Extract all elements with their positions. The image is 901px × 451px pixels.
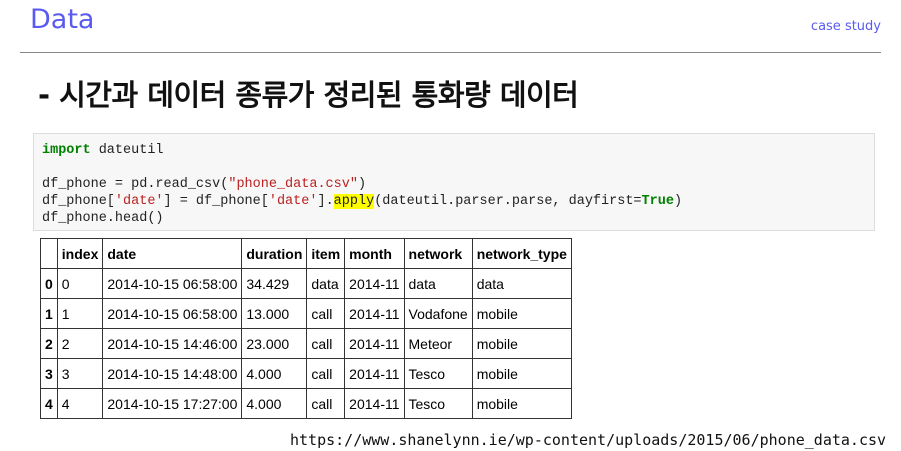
source-url: https://www.shanelynn.ie/wp-content/uplo…: [290, 431, 887, 449]
table-row: 4 4 2014-10-15 17:27:00 4.000 call 2014-11 Tes…: [40, 388, 572, 419]
code-text: ): [673, 194, 683, 209]
code-string: 'date': [114, 194, 164, 209]
table-row: 3 3 2014-10-15 14:48:00 4.000 call 2014-11 Tes…: [40, 358, 572, 389]
code-highlight: apply: [333, 194, 375, 209]
table-cell: 2: [56, 328, 104, 359]
table-cell: 4: [56, 388, 104, 419]
table-cell: 1: [56, 298, 104, 329]
table-cell: 2014-11: [344, 328, 405, 359]
code-text: df_phone[: [42, 194, 115, 209]
table-cell: call: [306, 328, 346, 359]
table-cell: 2014-11: [344, 268, 405, 299]
table-cell: 13.000: [241, 298, 308, 329]
row-index: 1: [40, 298, 58, 329]
column-header: item: [306, 238, 346, 269]
dataframe-table: index date duration item month network network…: [40, 238, 572, 419]
column-header: duration: [241, 238, 308, 269]
table-cell: mobile: [471, 388, 572, 419]
table-cell: mobile: [471, 358, 572, 389]
code-cell: import dateutil df_phone = pd.read_csv("…: [33, 133, 875, 231]
column-header: date: [102, 238, 243, 269]
code-string: 'date': [268, 194, 318, 209]
column-header: network: [403, 238, 473, 269]
slide-heading: - 시간과 데이터 종류가 정리된 통화량 데이터: [38, 78, 579, 112]
table-row: 0 0 2014-10-15 06:58:00 34.429 data 2014-11 da…: [40, 268, 572, 299]
code-string: "phone_data.csv": [228, 177, 358, 192]
table-cell: Vodafone: [403, 298, 473, 329]
table-cell: data: [403, 268, 473, 299]
table-cell: 2014-10-15 06:58:00: [102, 268, 243, 299]
table-cell: 2014-10-15 14:46:00: [102, 328, 243, 359]
table-cell: 4.000: [241, 358, 308, 389]
code-keyword: import: [42, 143, 91, 158]
code-keyword: True: [641, 194, 674, 209]
code-text: (dateutil.parser.parse, dayfirst=: [374, 194, 642, 209]
table-cell: mobile: [471, 328, 572, 359]
table-cell: call: [306, 388, 346, 419]
row-index: 4: [40, 388, 58, 419]
code-text: ].: [317, 194, 334, 209]
code-text: dateutil: [90, 143, 164, 158]
slide-title: Data: [30, 4, 95, 35]
code-text: df_phone.head(): [42, 211, 164, 226]
table-cell: Tesco: [403, 388, 473, 419]
table-cell: mobile: [471, 298, 572, 329]
code-text: ] = df_phone[: [163, 194, 269, 209]
table-cell: Meteor: [403, 328, 473, 359]
column-header: [40, 238, 58, 269]
table-row: 1 1 2014-10-15 06:58:00 13.000 call 2014-11 Vo…: [40, 298, 572, 329]
row-index: 0: [40, 268, 58, 299]
table-cell: data: [471, 268, 572, 299]
table-cell: 2014-11: [344, 298, 405, 329]
table-cell: 2014-11: [344, 358, 405, 389]
table-cell: 3: [56, 358, 104, 389]
code-text: df_phone = pd.read_csv(: [42, 177, 229, 192]
table-row: 2 2 2014-10-15 14:46:00 23.000 call 2014-11 Me…: [40, 328, 572, 359]
table-cell: 23.000: [241, 328, 308, 359]
column-header: index: [56, 238, 104, 269]
column-header: network_type: [471, 238, 572, 269]
column-header: month: [344, 238, 405, 269]
table-cell: call: [306, 298, 346, 329]
row-index: 2: [40, 328, 58, 359]
header-divider: [20, 52, 881, 53]
row-index: 3: [40, 358, 58, 389]
section-label: case study: [810, 19, 881, 34]
table-cell: 2014-10-15 17:27:00: [102, 388, 243, 419]
table-cell: 2014-10-15 06:58:00: [102, 298, 243, 329]
table-cell: 0: [56, 268, 104, 299]
table-cell: 34.429: [241, 268, 308, 299]
code-text: ): [357, 177, 367, 192]
table-cell: 2014-11: [344, 388, 405, 419]
table-cell: call: [306, 358, 346, 389]
table-header-row: index date duration item month network network…: [40, 238, 572, 269]
table-cell: 2014-10-15 14:48:00: [102, 358, 243, 389]
table-cell: Tesco: [403, 358, 473, 389]
table-cell: 4.000: [241, 388, 308, 419]
table-cell: data: [306, 268, 346, 299]
